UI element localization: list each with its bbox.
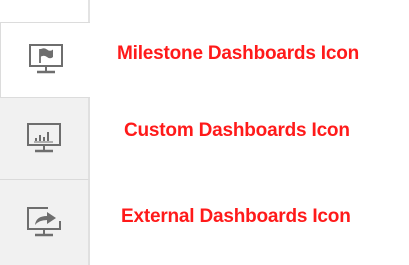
tab-custom-dashboards[interactable] bbox=[0, 98, 90, 180]
milestone-dashboards-caption: Milestone Dashboards Icon bbox=[117, 43, 360, 64]
external-dashboard-icon bbox=[26, 206, 62, 240]
tab-milestone-dashboards[interactable] bbox=[0, 22, 90, 98]
milestone-dashboard-icon bbox=[28, 43, 64, 77]
dashboard-tab-rail bbox=[0, 0, 92, 265]
custom-dashboard-icon bbox=[26, 122, 62, 156]
external-dashboards-caption: External Dashboards Icon bbox=[121, 206, 351, 227]
rail-divider bbox=[88, 0, 90, 22]
custom-dashboards-caption: Custom Dashboards Icon bbox=[124, 120, 350, 141]
tab-external-dashboards[interactable] bbox=[0, 180, 90, 265]
dashboard-icon-legend: Milestone Dashboards Icon Custom Dashboa… bbox=[0, 0, 409, 265]
